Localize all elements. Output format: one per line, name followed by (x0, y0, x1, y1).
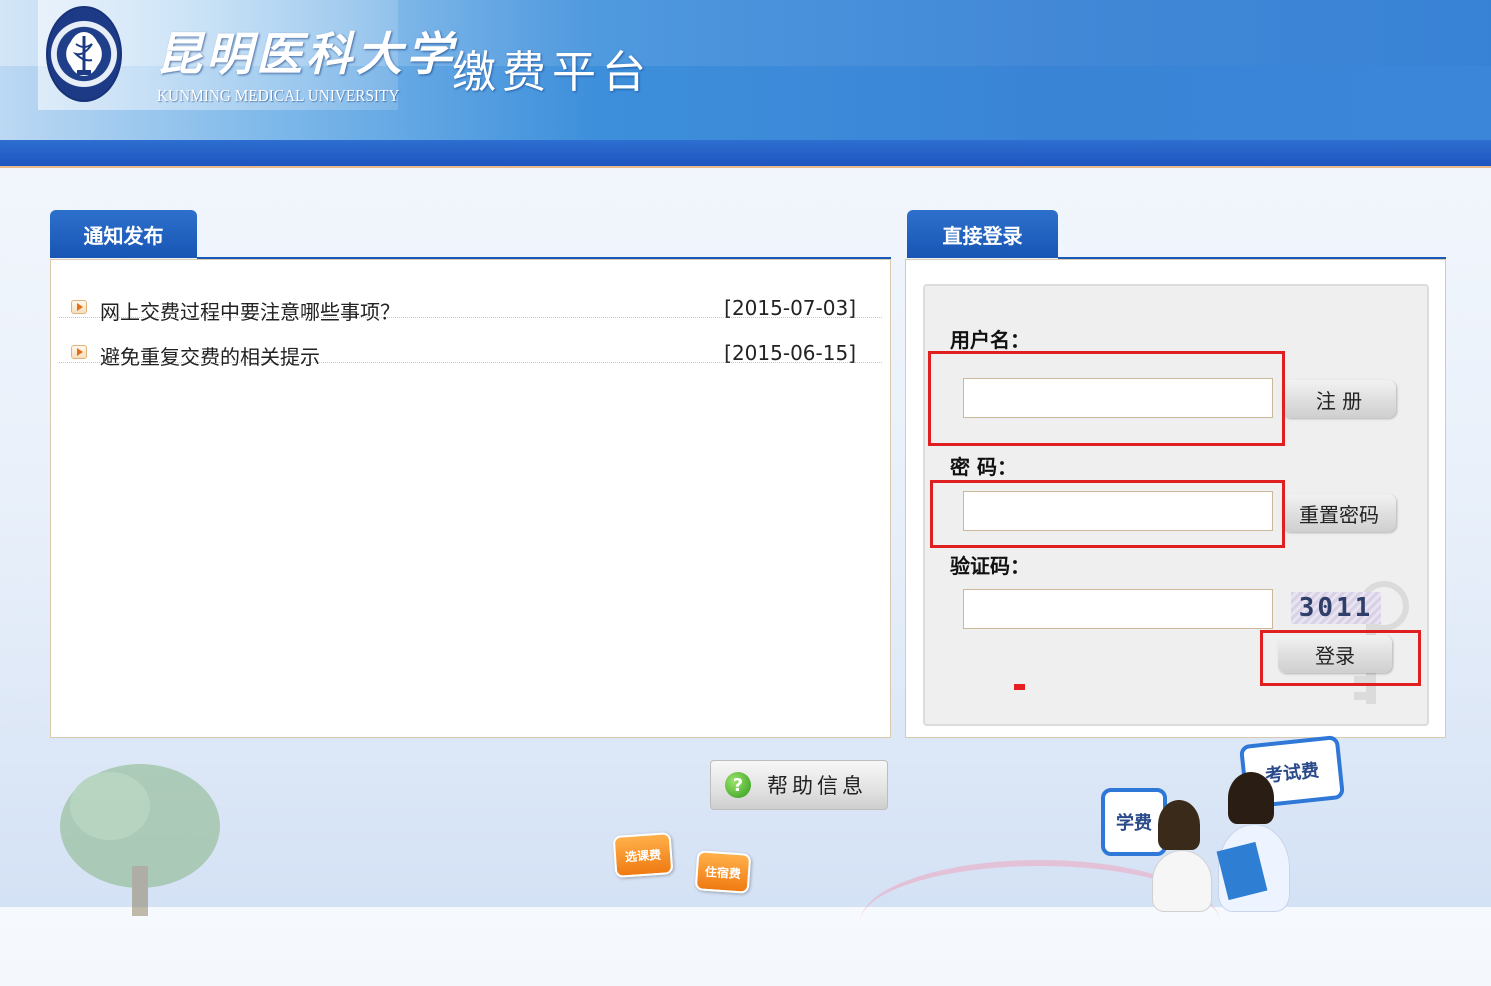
highlight-box-login (1260, 630, 1421, 686)
red-marker (1014, 684, 1025, 690)
header-divider-bar (0, 140, 1491, 168)
arrow-bullet-icon (71, 345, 87, 359)
reset-password-button[interactable]: 重置密码 (1282, 494, 1396, 532)
captcha-image[interactable]: 3011 (1291, 592, 1381, 624)
username-label: 用户名： (950, 328, 1030, 352)
university-name-english: KUNMING MEDICAL UNIVERSITY (157, 86, 400, 105)
notice-title-link[interactable]: 避免重复交费的相关提示 (100, 341, 320, 370)
arrow-bullet-icon (71, 300, 87, 314)
tree-illustration (60, 764, 220, 916)
dorm-fee-tag: 住宿费 (694, 850, 752, 894)
highlight-box-password (930, 480, 1285, 548)
student-girl-body (1152, 850, 1212, 912)
question-mark-icon: ? (725, 772, 751, 798)
notice-date: [2015-06-15] (724, 341, 856, 365)
university-name-chinese: 昆明医科大学 (156, 27, 456, 81)
register-button[interactable]: 注 册 (1282, 380, 1396, 418)
notice-panel: 网上交费过程中要注意哪些事项？ [2015-07-03] 避免重复交费的相关提示… (50, 259, 891, 738)
notice-list-item[interactable]: 网上交费过程中要注意哪些事项？ [2015-07-03] (59, 274, 882, 324)
help-info-label: 帮助信息 (767, 774, 867, 798)
university-seal-logo (46, 6, 122, 102)
password-label: 密 码： (950, 455, 1017, 479)
captcha-label: 验证码： (950, 554, 1030, 578)
student-girl-illustration (1158, 800, 1200, 850)
tab-notice: 通知发布 (50, 210, 197, 258)
course-fee-tag: 选课费 (612, 832, 674, 878)
student-boy-illustration (1228, 772, 1274, 824)
site-header: 昆明医科大学 KUNMING MEDICAL UNIVERSITY 缴费平台 (0, 0, 1491, 140)
platform-title: 缴费平台 (452, 47, 652, 98)
help-info-button[interactable]: ? 帮助信息 (710, 760, 888, 810)
notice-list-item[interactable]: 避免重复交费的相关提示 [2015-06-15] (59, 319, 882, 369)
tab-direct-login: 直接登录 (907, 210, 1058, 258)
notice-date: [2015-07-03] (724, 296, 856, 320)
highlight-box-username (928, 351, 1285, 446)
captcha-input[interactable] (963, 589, 1273, 629)
